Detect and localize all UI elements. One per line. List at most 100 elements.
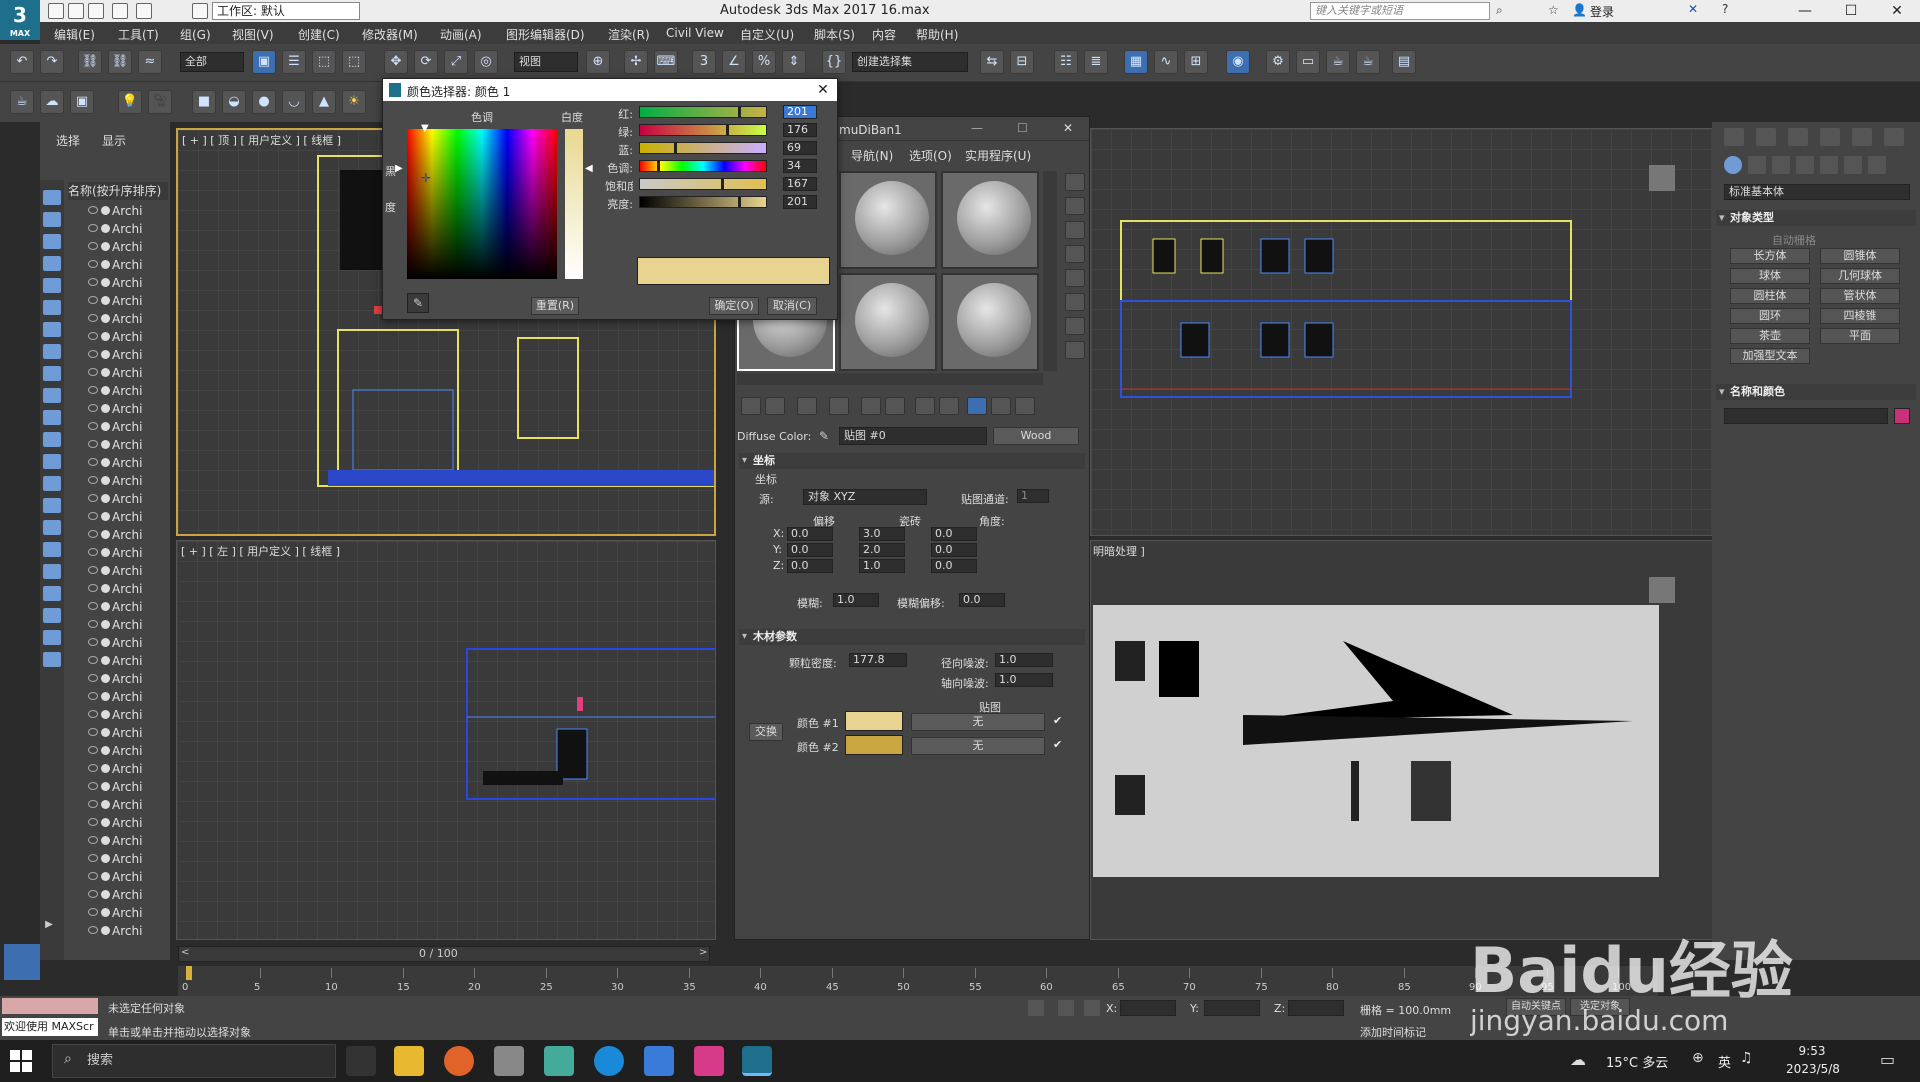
app-icon[interactable]: [694, 1046, 724, 1076]
visibility-eye-icon[interactable]: [88, 674, 98, 682]
freeze-dot-icon[interactable]: [101, 890, 110, 899]
visibility-eye-icon[interactable]: [88, 548, 98, 556]
add-time-tag[interactable]: 添加时间标记: [1360, 1024, 1426, 1040]
x-coord-input[interactable]: [1120, 1000, 1176, 1016]
menu-scripting[interactable]: 脚本(S): [814, 26, 855, 43]
scene-list-item[interactable]: Archi: [68, 706, 168, 724]
visibility-eye-icon[interactable]: [88, 278, 98, 286]
visibility-eye-icon[interactable]: [88, 530, 98, 538]
explorer-tool-icon[interactable]: [43, 630, 61, 645]
visibility-eye-icon[interactable]: [88, 638, 98, 646]
visibility-eye-icon[interactable]: [88, 440, 98, 448]
layer-explorer-icon[interactable]: ≣: [1084, 50, 1108, 74]
freeze-dot-icon[interactable]: [101, 368, 110, 377]
file-explorer-icon[interactable]: [394, 1046, 424, 1076]
menu-group[interactable]: 组(G): [180, 26, 211, 43]
explorer-tool-icon[interactable]: [43, 388, 61, 403]
visibility-eye-icon[interactable]: [88, 566, 98, 574]
scene-list-item[interactable]: Archi: [68, 742, 168, 760]
freeze-dot-icon[interactable]: [101, 476, 110, 485]
scene-list-item[interactable]: Archi: [68, 490, 168, 508]
snap-toggle-icon[interactable]: 3: [692, 50, 716, 74]
sun-icon[interactable]: ☀: [342, 90, 366, 114]
notepad-icon[interactable]: [644, 1046, 674, 1076]
explorer-tool-icon[interactable]: [43, 652, 61, 667]
freeze-dot-icon[interactable]: [101, 710, 110, 719]
pivot-center-icon[interactable]: ⊕: [586, 50, 610, 74]
menu-graph-editors[interactable]: 图形编辑器(D): [506, 26, 585, 43]
go-forward-icon[interactable]: [1015, 397, 1035, 415]
put-to-library-icon[interactable]: [885, 397, 905, 415]
reset-button[interactable]: 重置(R): [531, 297, 579, 315]
explorer-tool-icon[interactable]: [43, 454, 61, 469]
source-dropdown[interactable]: 对象 XYZ: [803, 489, 927, 505]
close-icon[interactable]: ✕: [1063, 121, 1073, 135]
menu-animation[interactable]: 动画(A): [440, 26, 482, 43]
tiling-spinner[interactable]: 1.0: [859, 559, 905, 573]
grain-thickness-spinner[interactable]: 177.8: [849, 653, 907, 667]
visibility-eye-icon[interactable]: [88, 818, 98, 826]
scene-list-item[interactable]: Archi: [68, 904, 168, 922]
freeze-dot-icon[interactable]: [101, 566, 110, 575]
percent-snap-icon[interactable]: %: [752, 50, 776, 74]
freeze-dot-icon[interactable]: [101, 386, 110, 395]
saturation-slider[interactable]: [639, 178, 767, 190]
autodesk-x-icon[interactable]: ✕: [1688, 2, 1698, 16]
blue-slider-knob[interactable]: [674, 142, 677, 154]
slots-horizontal-scrollbar[interactable]: [737, 373, 1043, 385]
utilities-tab-icon[interactable]: [1884, 128, 1904, 146]
scene-list-item[interactable]: Archi: [68, 580, 168, 598]
freeze-dot-icon[interactable]: [101, 674, 110, 683]
menu-content[interactable]: 内容: [872, 26, 896, 43]
offset-spinner[interactable]: 0.0: [787, 527, 833, 541]
binoculars-icon[interactable]: ⌕: [1496, 3, 1503, 18]
offset-spinner[interactable]: 0.0: [787, 543, 833, 557]
scene-list-item[interactable]: Archi: [68, 724, 168, 742]
freeze-dot-icon[interactable]: [101, 638, 110, 647]
object-category-dropdown[interactable]: 标准基本体: [1724, 184, 1910, 200]
scene-list-item[interactable]: Archi: [68, 346, 168, 364]
scene-list-item[interactable]: Archi: [68, 868, 168, 886]
user-icon[interactable]: 👤: [1572, 3, 1587, 17]
teapot-icon[interactable]: ☕: [10, 90, 34, 114]
explorer-tool-icon[interactable]: [43, 586, 61, 601]
visibility-eye-icon[interactable]: [88, 836, 98, 844]
scene-list-item[interactable]: Archi: [68, 526, 168, 544]
visibility-eye-icon[interactable]: [88, 908, 98, 916]
login-link[interactable]: 登录: [1590, 3, 1614, 20]
explorer-tool-icon[interactable]: [43, 410, 61, 425]
blur-spinner[interactable]: 1.0: [833, 593, 879, 607]
scene-list-item[interactable]: Archi: [68, 562, 168, 580]
scene-list-item[interactable]: Archi: [68, 382, 168, 400]
make-unique-icon[interactable]: [861, 397, 881, 415]
visibility-eye-icon[interactable]: [88, 260, 98, 268]
lock-selection-icon[interactable]: [1058, 1000, 1074, 1016]
rotate-icon[interactable]: ⟳: [414, 50, 438, 74]
visibility-eye-icon[interactable]: [88, 710, 98, 718]
angle-spinner[interactable]: 0.0: [931, 559, 977, 573]
sphere-icon[interactable]: ●: [252, 90, 276, 114]
explorer-tool-icon[interactable]: [43, 564, 61, 579]
primitive-button[interactable]: 圆锥体: [1820, 248, 1900, 264]
name-and-color-rollout[interactable]: 名称和颜色: [1716, 384, 1916, 400]
explorer-tool-icon[interactable]: [43, 212, 61, 227]
visibility-eye-icon[interactable]: [88, 314, 98, 322]
weather-status[interactable]: 15°C 多云: [1606, 1052, 1668, 1071]
dome-icon[interactable]: ◒: [222, 90, 246, 114]
freeze-dot-icon[interactable]: [101, 764, 110, 773]
explorer-tool-icon[interactable]: [43, 322, 61, 337]
radial-noise-spinner[interactable]: 1.0: [995, 653, 1053, 667]
material-slot[interactable]: [839, 171, 937, 269]
workspace-dropdown[interactable]: 工作区: 默认: [212, 2, 360, 20]
cloud-icon[interactable]: ☁: [40, 90, 64, 114]
color1-map-button[interactable]: 无: [911, 713, 1045, 731]
reset-map-icon[interactable]: [829, 397, 849, 415]
visibility-eye-icon[interactable]: [88, 224, 98, 232]
render-setup-icon[interactable]: ⚙: [1266, 50, 1290, 74]
freeze-dot-icon[interactable]: [101, 440, 110, 449]
scene-list-item[interactable]: Archi: [68, 778, 168, 796]
color2-swatch[interactable]: [845, 735, 903, 755]
box-icon[interactable]: ■: [192, 90, 216, 114]
scene-list-item[interactable]: Archi: [68, 688, 168, 706]
visibility-eye-icon[interactable]: [88, 476, 98, 484]
